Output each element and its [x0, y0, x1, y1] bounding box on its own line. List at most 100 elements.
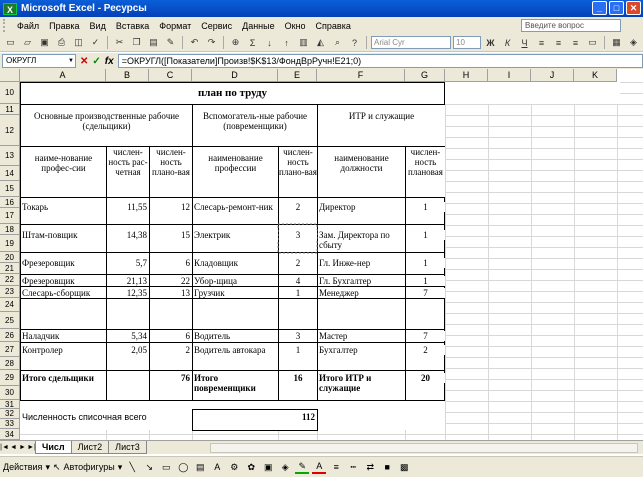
- cell-position[interactable]: Бухгалтер: [319, 345, 405, 355]
- column-header[interactable]: I: [488, 69, 531, 82]
- row-header[interactable]: 21: [0, 263, 20, 274]
- menu-data[interactable]: Данные: [237, 21, 280, 31]
- fill-color-icon[interactable]: ◈: [278, 460, 292, 474]
- cell-calc-count[interactable]: 21,13: [107, 276, 147, 286]
- oval-icon[interactable]: ◯: [176, 460, 190, 474]
- clipart-icon[interactable]: ✿: [244, 460, 258, 474]
- borders-icon[interactable]: ▦: [609, 36, 624, 50]
- row-header[interactable]: 18: [0, 224, 20, 235]
- sheet-tab-list2[interactable]: Лист2: [70, 441, 110, 454]
- menu-help[interactable]: Справка: [311, 21, 356, 31]
- help-icon[interactable]: ?: [347, 36, 362, 50]
- select-all-corner[interactable]: [0, 69, 20, 82]
- column-header[interactable]: H: [445, 69, 488, 82]
- cell-position[interactable]: Директор: [319, 202, 405, 212]
- cells-area[interactable]: план по труду Основные производственные …: [20, 82, 643, 453]
- total-engineers[interactable]: 20: [406, 373, 445, 383]
- dash-style-icon[interactable]: ┅: [346, 460, 360, 474]
- arrow-icon[interactable]: ↘: [142, 460, 156, 474]
- cell-plan-count[interactable]: 13: [150, 288, 190, 298]
- align-center-icon[interactable]: ≡: [551, 36, 566, 50]
- autoshapes-dropdown-icon[interactable]: ▾: [118, 462, 123, 473]
- headcount-total[interactable]: 112: [279, 412, 315, 422]
- cell-profession[interactable]: Слесарь-сборщик: [22, 288, 106, 298]
- row-header[interactable]: 28: [0, 357, 20, 370]
- cell-plan-count-3[interactable]: 7: [406, 331, 445, 341]
- cell-profession[interactable]: Наладчик: [22, 331, 106, 341]
- diagram-icon[interactable]: ⚙: [227, 460, 241, 474]
- cell-profession-2[interactable]: Кладовщик: [194, 258, 278, 268]
- menu-view[interactable]: Вид: [85, 21, 111, 31]
- row-header[interactable]: 30: [0, 386, 20, 400]
- select-objects-icon[interactable]: ↖: [53, 462, 61, 473]
- cell-profession[interactable]: Контролер: [22, 345, 106, 355]
- cell-plan-count-2[interactable]: 3: [279, 331, 317, 341]
- format-painter-icon[interactable]: ✎: [163, 36, 178, 50]
- cell-plan-count-3[interactable]: 1: [406, 276, 445, 286]
- column-header[interactable]: F: [317, 69, 405, 82]
- picture-icon[interactable]: ▣: [261, 460, 275, 474]
- menu-window[interactable]: Окно: [280, 21, 311, 31]
- cell-plan-count[interactable]: 15: [150, 230, 190, 240]
- cell-calc-count[interactable]: 12,35: [107, 288, 147, 298]
- cell-profession-2[interactable]: Водитель автокара: [194, 345, 278, 367]
- cell-plan-count-3[interactable]: 1: [406, 202, 445, 212]
- menu-format[interactable]: Формат: [154, 21, 196, 31]
- cell-position[interactable]: Менеджер: [319, 288, 405, 298]
- row-header[interactable]: 11: [0, 104, 20, 115]
- cell-profession[interactable]: Токарь: [22, 202, 106, 212]
- cell-calc-count[interactable]: 14,38: [107, 230, 147, 240]
- cell-profession[interactable]: Фрезеровщик: [22, 276, 106, 286]
- cell-profession-2[interactable]: Убор-щица: [194, 276, 278, 286]
- row-header[interactable]: 24: [0, 298, 20, 312]
- cell-calc-count[interactable]: 5,7: [107, 258, 147, 268]
- hyperlink-icon[interactable]: ⊕: [228, 36, 243, 50]
- horizontal-scrollbar[interactable]: [210, 443, 638, 453]
- row-header[interactable]: 29: [0, 370, 20, 386]
- help-search-input[interactable]: Введите вопрос: [521, 19, 621, 32]
- italic-icon[interactable]: К: [500, 36, 515, 50]
- cell-calc-count[interactable]: 5,34: [107, 331, 147, 341]
- cell-profession[interactable]: Фрезеровщик: [22, 258, 106, 268]
- cell-plan-count-2[interactable]: 2: [279, 258, 317, 268]
- row-header[interactable]: 32: [0, 409, 20, 419]
- open-folder-icon[interactable]: ▱: [20, 36, 35, 50]
- first-sheet-icon[interactable]: |◄: [0, 444, 9, 451]
- column-header[interactable]: E: [278, 69, 317, 82]
- spelling-icon[interactable]: ✓: [88, 36, 103, 50]
- new-document-icon[interactable]: ▭: [3, 36, 18, 50]
- sheet-tab-chisl[interactable]: Числ: [35, 441, 72, 454]
- print-preview-icon[interactable]: ◫: [71, 36, 86, 50]
- print-icon[interactable]: ⎙: [54, 36, 69, 50]
- autoshapes-menu[interactable]: Автофигуры: [64, 462, 115, 472]
- cut-icon[interactable]: ✂: [112, 36, 127, 50]
- redo-icon[interactable]: ↷: [204, 36, 219, 50]
- actions-menu[interactable]: Действия: [3, 462, 42, 472]
- zoom-icon[interactable]: ⌕: [330, 36, 345, 50]
- font-name-select[interactable]: Arial Cyr: [371, 36, 451, 49]
- cell-position[interactable]: Гл. Инже-нер: [319, 258, 405, 268]
- cancel-formula-icon[interactable]: ✕: [80, 56, 88, 67]
- cell-plan-count-2[interactable]: 1: [279, 345, 317, 355]
- row-header[interactable]: 12: [0, 115, 20, 146]
- cell-position[interactable]: Мастер: [319, 331, 405, 341]
- formula-input[interactable]: =ОКРУГЛ([Показатели]Произв!$K$13/ФондВрР…: [117, 54, 643, 68]
- cell-plan-count-2[interactable]: 2: [279, 202, 317, 212]
- cell-profession-2[interactable]: Электрик: [194, 230, 278, 240]
- total-piece-workers[interactable]: 76: [150, 373, 190, 383]
- row-header[interactable]: 19: [0, 235, 20, 252]
- autosum-icon[interactable]: Σ: [245, 36, 260, 50]
- row-header[interactable]: 23: [0, 286, 20, 298]
- fill-color-icon[interactable]: ◈: [626, 36, 641, 50]
- cell-plan-count-2[interactable]: 4: [279, 276, 317, 286]
- save-icon[interactable]: ▣: [37, 36, 52, 50]
- cell-plan-count-3[interactable]: 1: [406, 258, 445, 268]
- cell-plan-count-3[interactable]: 1: [406, 230, 445, 240]
- underline-icon[interactable]: Ч: [517, 36, 532, 50]
- total-time-workers[interactable]: 16: [279, 373, 317, 383]
- font-size-select[interactable]: 10: [453, 36, 481, 49]
- row-header[interactable]: 14: [0, 166, 20, 181]
- textbox-icon[interactable]: ▤: [193, 460, 207, 474]
- drawing-icon[interactable]: ◭: [313, 36, 328, 50]
- cell-plan-count-3[interactable]: 2: [406, 345, 445, 355]
